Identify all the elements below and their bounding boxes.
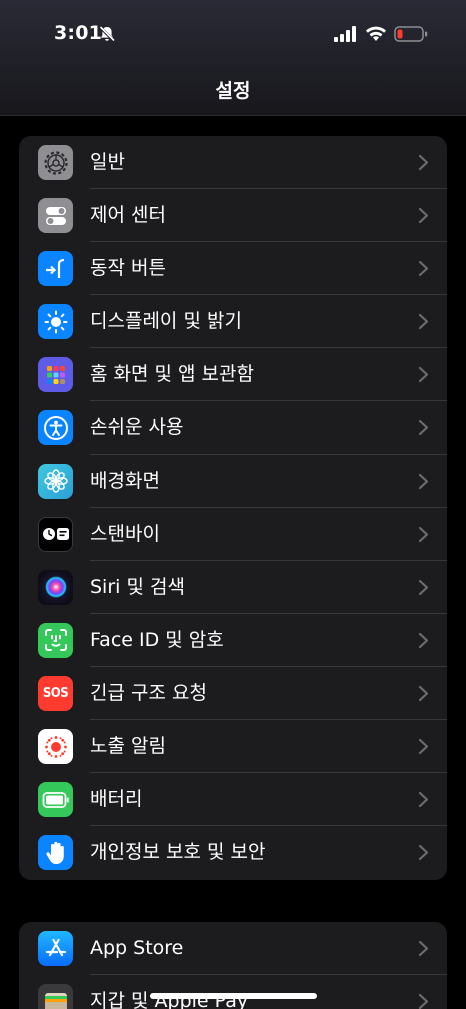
row-label: 디스플레이 및 밝기 — [90, 310, 242, 333]
row-label: 배경화면 — [90, 469, 160, 492]
signal-icon — [334, 26, 356, 42]
row-label: 개인정보 보호 및 보안 — [90, 841, 266, 864]
row-siri-search[interactable]: Siri 및 검색 — [19, 561, 447, 614]
header: 3:01 설정 — [0, 0, 466, 116]
chevron-right-icon — [418, 579, 429, 595]
row-label: App Store — [90, 937, 184, 959]
row-label: 손쉬운 사용 — [90, 416, 184, 439]
accessibility-icon — [38, 410, 73, 446]
sos-icon: SOS — [38, 675, 73, 711]
chevron-right-icon — [418, 632, 429, 648]
row-emergency-sos[interactable]: SOS 긴급 구조 요청 — [19, 667, 447, 721]
battery-icon — [38, 782, 73, 818]
hand-icon — [38, 835, 73, 871]
row-app-store[interactable]: App Store — [19, 922, 447, 976]
home-indicator[interactable] — [150, 993, 317, 999]
row-face-id[interactable]: Face ID 및 암호 — [19, 614, 447, 667]
battery-low-icon — [394, 26, 428, 42]
row-label: 홈 화면 및 앱 보관함 — [90, 363, 254, 386]
sun-icon — [38, 304, 73, 340]
row-accessibility[interactable]: 손쉬운 사용 — [19, 401, 447, 455]
chevron-right-icon — [418, 526, 429, 542]
chevron-right-icon — [418, 420, 429, 436]
row-label: 제어 센터 — [90, 204, 166, 227]
wifi-icon — [366, 26, 386, 41]
toggles-icon — [38, 198, 73, 234]
row-label: 노출 알림 — [90, 735, 166, 758]
row-label: 긴급 구조 요청 — [90, 681, 207, 704]
chevron-right-icon — [418, 314, 429, 330]
row-general[interactable]: 일반 — [19, 136, 447, 190]
bell-off-icon — [98, 25, 116, 43]
chevron-right-icon — [418, 685, 429, 702]
chevron-right-icon — [418, 473, 429, 489]
settings-group-main: 일반 제어 센터 동작 버튼 디스플레이 및 밝기 홈 화면 및 앱 보관함 손… — [19, 136, 447, 880]
status-time: 3:01 — [54, 22, 103, 44]
row-label: 배터리 — [90, 788, 143, 811]
sos-icon-text: SOS — [42, 685, 69, 701]
chevron-right-icon — [418, 367, 429, 383]
action-button-icon — [38, 251, 73, 287]
exposure-icon — [38, 729, 73, 765]
row-privacy-security[interactable]: 개인정보 보호 및 보안 — [19, 826, 447, 879]
chevron-right-icon — [418, 154, 429, 171]
wallet-icon — [38, 984, 73, 1009]
row-label: Siri 및 검색 — [90, 575, 185, 598]
chevron-right-icon — [418, 738, 429, 755]
row-control-center[interactable]: 제어 센터 — [19, 189, 447, 243]
page-title: 설정 — [215, 80, 251, 102]
app-grid-icon — [38, 357, 73, 393]
settings-screen: 3:01 설정 일반 제어 센터 동작 버튼 디스플레이 및 밝기 홈 화면 및… — [0, 0, 466, 1009]
row-label: Face ID 및 암호 — [90, 628, 224, 651]
chevron-right-icon — [418, 940, 429, 957]
row-label: 동작 버튼 — [90, 257, 166, 280]
row-exposure-notifications[interactable]: 노출 알림 — [19, 720, 447, 774]
row-home-screen[interactable]: 홈 화면 및 앱 보관함 — [19, 348, 447, 402]
app-store-icon — [38, 931, 73, 966]
chevron-right-icon — [418, 207, 429, 224]
flower-icon — [38, 463, 73, 499]
standby-icon — [38, 516, 73, 552]
row-battery[interactable]: 배터리 — [19, 773, 447, 827]
chevron-right-icon — [418, 792, 429, 808]
row-label: 일반 — [90, 151, 125, 173]
chevron-right-icon — [418, 261, 429, 277]
face-id-icon — [38, 622, 73, 658]
row-label: 스탠바이 — [90, 522, 160, 545]
row-display-brightness[interactable]: 디스플레이 및 밝기 — [19, 295, 447, 349]
row-standby[interactable]: 스탠바이 — [19, 508, 447, 561]
chevron-right-icon — [418, 993, 429, 1009]
siri-icon — [38, 569, 73, 605]
row-action-button[interactable]: 동작 버튼 — [19, 242, 447, 296]
gear-icon — [38, 145, 73, 180]
row-wallpaper[interactable]: 배경화면 — [19, 455, 447, 508]
chevron-right-icon — [418, 845, 429, 861]
